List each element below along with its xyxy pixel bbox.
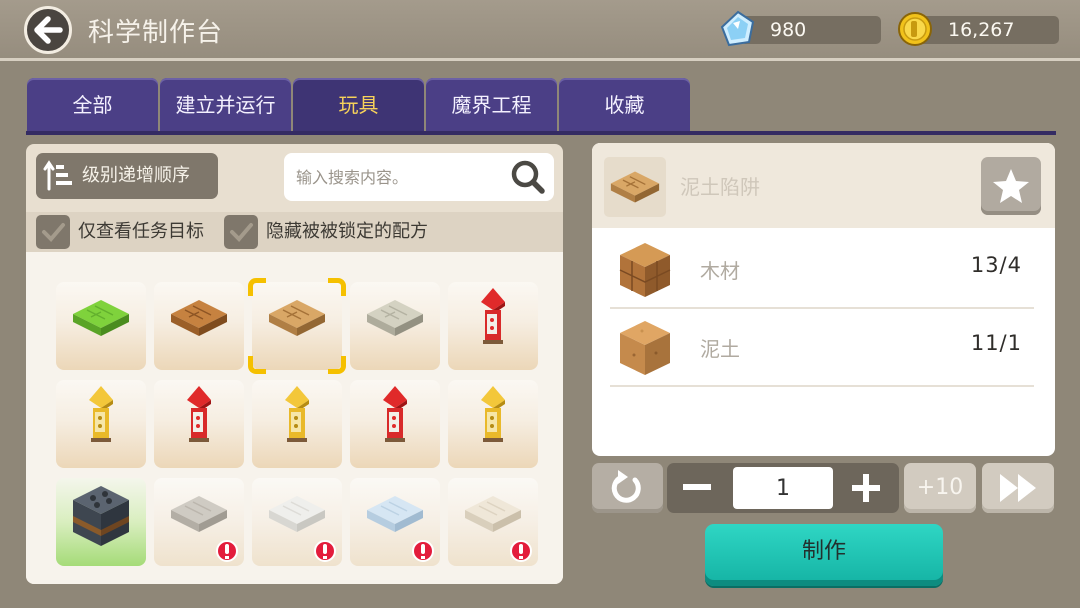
ingredient-count: 13/4 xyxy=(970,253,1022,277)
recipe-slot-locked[interactable] xyxy=(154,478,244,566)
recipe-slot-locked[interactable] xyxy=(350,478,440,566)
recipe-slot[interactable] xyxy=(350,380,440,468)
recipe-detail-panel: 泥土陷阱 木材 13/4 泥土 11/1 xyxy=(592,143,1055,456)
quantity-input[interactable] xyxy=(733,467,833,509)
red-firework-icon xyxy=(187,386,211,442)
header-divider xyxy=(0,58,1080,61)
plus-icon[interactable] xyxy=(851,473,881,503)
minus-icon[interactable] xyxy=(683,484,711,490)
warning-icon xyxy=(412,540,434,562)
detail-item-slot xyxy=(604,157,666,217)
recipe-slot[interactable] xyxy=(448,282,538,370)
top-bar: 科学制作台 980 16,267 xyxy=(0,0,1080,58)
hide-locked-label[interactable]: 隐藏被被锁定的配方 xyxy=(266,212,428,252)
yellow-firework-icon xyxy=(89,386,113,442)
quantity-stepper xyxy=(667,463,899,513)
red-firework-icon xyxy=(383,386,407,442)
favorite-button[interactable] xyxy=(981,157,1041,215)
selection-corner xyxy=(248,278,266,296)
gem-amount: 980 xyxy=(770,19,807,41)
recipe-slot-locked[interactable] xyxy=(252,478,342,566)
search-box xyxy=(284,153,554,201)
search-input[interactable] xyxy=(296,153,501,201)
launcher-block-icon xyxy=(73,486,129,546)
tab-underline xyxy=(26,131,1056,135)
recipe-slot[interactable] xyxy=(252,380,342,468)
dirt-block-icon xyxy=(620,321,670,375)
ingredient-name: 木材 xyxy=(700,259,740,283)
recipe-slot[interactable] xyxy=(154,282,244,370)
ingredient-name: 泥土 xyxy=(700,337,740,361)
warning-icon xyxy=(216,540,238,562)
refresh-icon xyxy=(611,470,641,503)
recipe-slot[interactable] xyxy=(154,380,244,468)
dirt-trap-icon xyxy=(269,300,325,336)
fast-forward-icon xyxy=(1000,474,1036,502)
warning-icon xyxy=(510,540,532,562)
ingredient-count: 11/1 xyxy=(970,331,1022,355)
grass-trap-icon xyxy=(73,300,129,336)
filter-row: 仅查看任务目标 隐藏被被锁定的配方 xyxy=(26,212,563,252)
ingredient-row: 木材 13/4 xyxy=(610,231,1034,309)
recipe-list-panel: 级别递增顺序 仅查看任务目标 隐藏被被锁定的配方 xyxy=(26,144,563,584)
checkmark-icon xyxy=(42,223,65,242)
sort-label: 级别递增顺序 xyxy=(82,165,190,186)
ingredient-row: 泥土 11/1 xyxy=(610,309,1034,387)
coin-amount: 16,267 xyxy=(948,19,1015,41)
page-title: 科学制作台 xyxy=(88,18,224,48)
selection-corner xyxy=(248,356,266,374)
ice-trap-icon xyxy=(367,496,423,532)
yellow-firework-icon xyxy=(285,386,309,442)
stone-trap-icon xyxy=(367,300,423,336)
wood-block-icon xyxy=(619,243,671,297)
selection-corner xyxy=(328,356,346,374)
recipe-slot[interactable] xyxy=(56,380,146,468)
search-icon[interactable] xyxy=(508,157,548,197)
tab-demon-engineering[interactable]: 魔界工程 xyxy=(426,78,557,132)
wood-trap-icon xyxy=(171,300,227,336)
yellow-firework-icon xyxy=(481,386,505,442)
recipe-slot[interactable] xyxy=(56,282,146,370)
back-button[interactable] xyxy=(24,6,72,54)
plus-ten-button[interactable]: +10 xyxy=(904,463,976,513)
reset-button[interactable] xyxy=(592,463,663,513)
sand-trap-icon xyxy=(465,496,521,532)
tab-favorites[interactable]: 收藏 xyxy=(559,78,690,132)
detail-header: 泥土陷阱 xyxy=(592,143,1055,228)
task-filter-label[interactable]: 仅查看任务目标 xyxy=(78,212,204,252)
tab-build-run[interactable]: 建立并运行 xyxy=(160,78,291,132)
task-filter-checkbox[interactable] xyxy=(36,215,70,249)
gray-trap-icon xyxy=(171,496,227,532)
gem-counter: 980 xyxy=(740,16,881,44)
max-quantity-button[interactable] xyxy=(982,463,1054,513)
recipe-slot[interactable] xyxy=(448,380,538,468)
back-arrow-icon xyxy=(34,16,63,44)
checkmark-icon xyxy=(230,223,253,242)
craft-button[interactable]: 制作 xyxy=(705,524,943,586)
white-trap-icon xyxy=(269,496,325,532)
coin-counter: 16,267 xyxy=(918,16,1059,44)
recipe-slot[interactable] xyxy=(56,478,146,566)
hide-locked-checkbox[interactable] xyxy=(224,215,258,249)
star-icon xyxy=(993,169,1029,203)
recipe-grid xyxy=(26,252,563,584)
recipe-slot-locked[interactable] xyxy=(448,478,538,566)
sort-ascending-icon xyxy=(43,160,72,191)
recipe-slot[interactable] xyxy=(350,282,440,370)
warning-icon xyxy=(314,540,336,562)
dirt-trap-icon xyxy=(610,171,660,203)
sort-button[interactable]: 级别递增顺序 xyxy=(36,153,218,199)
selection-corner xyxy=(328,278,346,296)
detail-item-name: 泥土陷阱 xyxy=(680,175,760,199)
gem-icon xyxy=(720,10,755,47)
coin-icon xyxy=(898,12,932,46)
recipe-slot-selected[interactable] xyxy=(248,278,346,374)
tab-toys[interactable]: 玩具 xyxy=(293,78,424,132)
red-firework-icon xyxy=(481,288,505,344)
tab-all[interactable]: 全部 xyxy=(27,78,158,132)
